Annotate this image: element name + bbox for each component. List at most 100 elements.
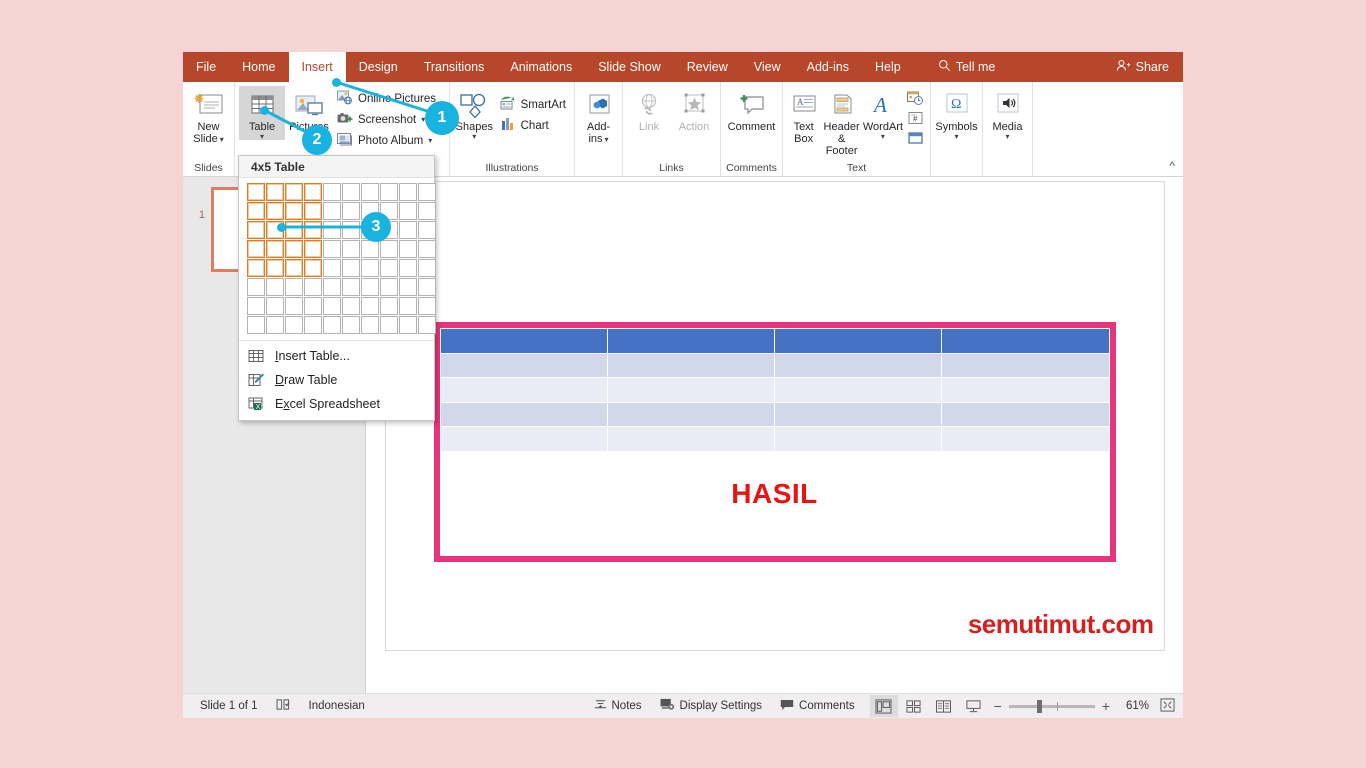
grid-cell-r1-c5[interactable] xyxy=(323,183,341,201)
zoom-in-button[interactable]: + xyxy=(1102,698,1110,714)
slide-editing-pane[interactable]: HASIL semutimut.com xyxy=(366,177,1183,693)
table-cell[interactable] xyxy=(439,377,608,403)
grid-cell-r8-c3[interactable] xyxy=(285,316,303,334)
tab-review[interactable]: Review xyxy=(674,52,741,82)
grid-cell-r4-c5[interactable] xyxy=(323,240,341,258)
grid-cell-r5-c1[interactable] xyxy=(247,259,265,277)
table-cell[interactable] xyxy=(773,426,943,452)
table-cell[interactable] xyxy=(773,377,943,403)
grid-cell-r3-c10[interactable] xyxy=(418,221,436,239)
symbols-button[interactable]: Ω Symbols ▾ xyxy=(935,86,978,141)
new-slide-button[interactable]: New Slide ▾ xyxy=(187,86,230,145)
table-cell[interactable] xyxy=(439,426,608,452)
table-cell[interactable] xyxy=(941,352,1110,378)
online-pictures-button[interactable]: Online Pictures xyxy=(333,88,440,109)
grid-cell-r1-c4[interactable] xyxy=(304,183,322,201)
table-size-grid[interactable] xyxy=(239,178,436,340)
table-cell[interactable] xyxy=(941,377,1110,403)
grid-cell-r3-c6[interactable] xyxy=(342,221,360,239)
grid-cell-r5-c6[interactable] xyxy=(342,259,360,277)
grid-cell-r2-c3[interactable] xyxy=(285,202,303,220)
view-slide-show-button[interactable] xyxy=(960,695,988,717)
grid-cell-r7-c8[interactable] xyxy=(380,297,398,315)
grid-cell-r5-c10[interactable] xyxy=(418,259,436,277)
tab-view[interactable]: View xyxy=(741,52,794,82)
zoom-slider[interactable] xyxy=(1008,699,1095,713)
view-reading-button[interactable] xyxy=(930,695,958,717)
slide-counter[interactable]: Slide 1 of 1 xyxy=(191,694,267,719)
grid-cell-r4-c2[interactable] xyxy=(266,240,284,258)
view-normal-button[interactable] xyxy=(869,695,898,717)
slide-heading-hasil[interactable]: HASIL xyxy=(440,478,1110,510)
view-slide-sorter-button[interactable] xyxy=(900,695,928,717)
tell-me-box[interactable]: Tell me xyxy=(928,52,1006,82)
header-footer-button[interactable]: Header & Footer xyxy=(821,86,862,157)
chevron-down-icon[interactable]: ▾ xyxy=(954,133,958,141)
table-cell[interactable] xyxy=(606,426,776,452)
grid-cell-r7-c5[interactable] xyxy=(323,297,341,315)
notes-button[interactable]: Notes xyxy=(585,694,651,719)
tab-animations[interactable]: Animations xyxy=(497,52,585,82)
grid-cell-r5-c7[interactable] xyxy=(361,259,379,277)
grid-cell-r7-c7[interactable] xyxy=(361,297,379,315)
wordart-button[interactable]: A WordArt ▾ xyxy=(863,86,903,141)
grid-cell-r5-c8[interactable] xyxy=(380,259,398,277)
shapes-button[interactable]: Shapes ▾ xyxy=(454,86,495,141)
object-button[interactable] xyxy=(904,129,926,147)
grid-cell-r4-c10[interactable] xyxy=(418,240,436,258)
table-cell[interactable] xyxy=(941,401,1110,427)
tab-home[interactable]: Home xyxy=(229,52,288,82)
table-cell[interactable] xyxy=(606,352,776,378)
slide-number-button[interactable]: # xyxy=(904,109,926,127)
grid-cell-r4-c6[interactable] xyxy=(342,240,360,258)
grid-cell-r3-c1[interactable] xyxy=(247,221,265,239)
grid-cell-r1-c2[interactable] xyxy=(266,183,284,201)
grid-cell-r1-c3[interactable] xyxy=(285,183,303,201)
grid-cell-r8-c2[interactable] xyxy=(266,316,284,334)
chevron-down-icon[interactable]: ▾ xyxy=(1005,133,1009,141)
grid-cell-r1-c10[interactable] xyxy=(418,183,436,201)
comments-button[interactable]: Comments xyxy=(771,694,864,719)
slide-table[interactable] xyxy=(439,328,1110,452)
chevron-down-icon[interactable]: ▾ xyxy=(605,135,609,143)
grid-cell-r3-c9[interactable] xyxy=(399,221,417,239)
grid-cell-r4-c9[interactable] xyxy=(399,240,417,258)
grid-cell-r6-c6[interactable] xyxy=(342,278,360,296)
grid-cell-r8-c10[interactable] xyxy=(418,316,436,334)
grid-cell-r5-c9[interactable] xyxy=(399,259,417,277)
grid-cell-r1-c1[interactable] xyxy=(247,183,265,201)
zoom-control[interactable]: − + 61% xyxy=(988,697,1175,715)
table-cell[interactable] xyxy=(606,377,776,403)
grid-cell-r6-c8[interactable] xyxy=(380,278,398,296)
screenshot-button[interactable]: Screenshot ▾ xyxy=(333,109,440,130)
language-indicator[interactable]: Indonesian xyxy=(300,694,374,719)
grid-cell-r5-c4[interactable] xyxy=(304,259,322,277)
table-row[interactable] xyxy=(439,352,1110,378)
grid-cell-r7-c4[interactable] xyxy=(304,297,322,315)
date-time-button[interactable] xyxy=(904,89,926,107)
table-cell[interactable] xyxy=(773,328,943,354)
fit-to-window-button[interactable] xyxy=(1156,697,1175,715)
grid-cell-r1-c6[interactable] xyxy=(342,183,360,201)
text-box-button[interactable]: A Text Box xyxy=(787,86,820,145)
table-header-row[interactable] xyxy=(439,328,1110,354)
table-cell[interactable] xyxy=(941,328,1110,354)
chevron-down-icon[interactable]: ▾ xyxy=(881,133,885,141)
grid-cell-r6-c9[interactable] xyxy=(399,278,417,296)
display-settings-button[interactable]: Display Settings xyxy=(651,694,771,719)
grid-cell-r6-c2[interactable] xyxy=(266,278,284,296)
grid-cell-r8-c9[interactable] xyxy=(399,316,417,334)
share-button[interactable]: Share xyxy=(1116,52,1169,82)
tab-slide-show[interactable]: Slide Show xyxy=(585,52,674,82)
grid-cell-r4-c4[interactable] xyxy=(304,240,322,258)
grid-cell-r5-c5[interactable] xyxy=(323,259,341,277)
chevron-down-icon[interactable]: ▾ xyxy=(260,133,264,141)
link-button[interactable]: Link xyxy=(627,86,671,133)
grid-cell-r6-c10[interactable] xyxy=(418,278,436,296)
accessibility-checker-button[interactable] xyxy=(267,694,300,719)
table-cell[interactable] xyxy=(773,401,943,427)
grid-cell-r8-c1[interactable] xyxy=(247,316,265,334)
chevron-down-icon[interactable]: ▾ xyxy=(472,133,476,141)
media-button[interactable]: Media ▾ xyxy=(987,86,1028,141)
table-row[interactable] xyxy=(439,377,1110,403)
